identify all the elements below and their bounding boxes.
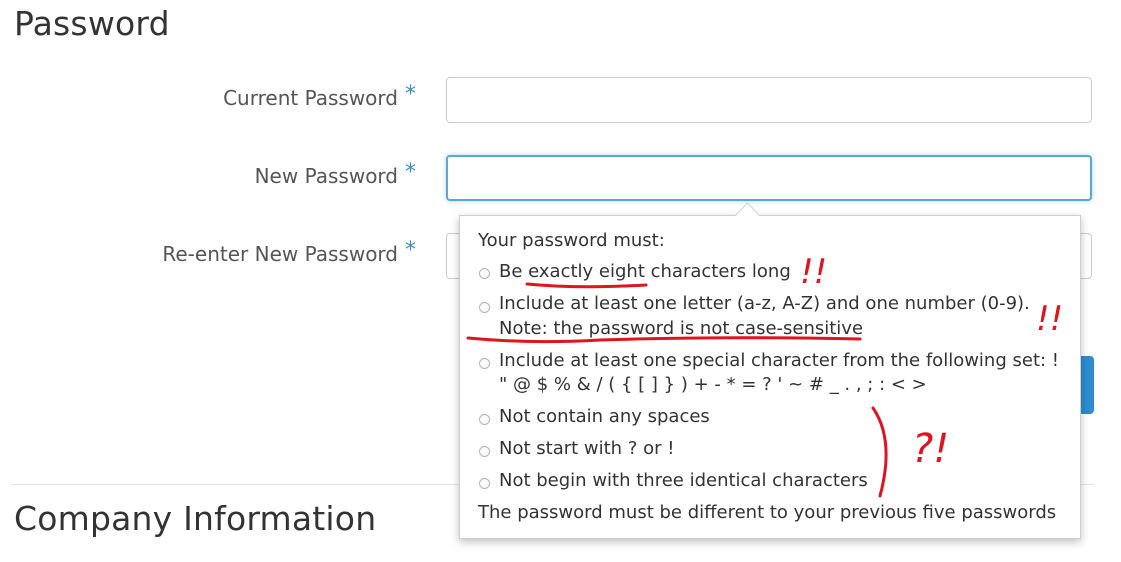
rule-text: Not start with ? or ! (499, 438, 675, 459)
requirements-footer: The password must be different to your p… (478, 502, 1057, 523)
rule-radio-icon (479, 268, 490, 279)
rule-text: Include at least one special character f… (499, 350, 1060, 371)
company-section-title: Company Information (14, 499, 377, 538)
new-password-input[interactable] (446, 155, 1092, 201)
rule-radio-icon (479, 478, 490, 489)
reenter-password-label: Re-enter New Password (162, 242, 398, 266)
rule-text: Not begin with three identical character… (499, 470, 868, 491)
popover-arrow (735, 202, 760, 227)
rule-text: Include at least one letter (a-z, A-Z) a… (499, 293, 1030, 314)
password-section-title: Password (14, 4, 170, 43)
rule-text-continued: Note: the password is not case-sensitive (499, 318, 864, 339)
rule-radio-icon (479, 302, 490, 313)
new-password-label: New Password (254, 164, 398, 188)
current-password-input[interactable] (446, 77, 1092, 123)
current-password-label: Current Password (223, 86, 398, 110)
required-star: * (405, 160, 416, 185)
rule-radio-icon (479, 414, 490, 425)
rule-text: Not contain any spaces (499, 406, 710, 427)
required-star: * (405, 82, 416, 107)
rule-radio-icon (479, 358, 490, 369)
required-star: * (405, 238, 416, 263)
rule-radio-icon (479, 446, 490, 457)
rule-text: Be exactly eight characters long (499, 261, 791, 282)
rule-text-continued: " @ $ % & / ( { [ ] } ) + - * = ? ' ~ # … (499, 374, 927, 395)
password-requirements-popover: Your password must: Be exactly eight cha… (459, 202, 1081, 539)
requirements-intro: Your password must: (478, 230, 665, 251)
